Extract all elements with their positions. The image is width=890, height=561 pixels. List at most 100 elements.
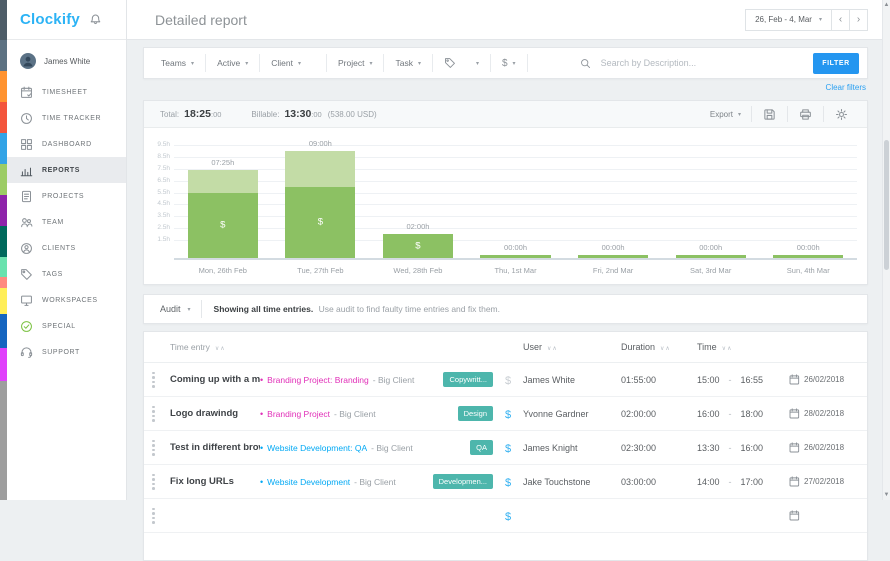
- sidebar-item-reports[interactable]: REPORTS: [7, 157, 126, 183]
- sort-icons[interactable]: ∨∧: [547, 346, 558, 352]
- billable-dollar-icon[interactable]: $: [505, 443, 511, 455]
- drag-handle-icon[interactable]: [152, 406, 155, 422]
- scrollbar-thumb[interactable]: [884, 140, 889, 270]
- sidebar-item-time-tracker[interactable]: TIME TRACKER: [7, 105, 126, 131]
- monitor-icon: [20, 294, 33, 307]
- chart-bar-mon[interactable]: 07:25h$: [174, 136, 272, 258]
- clock-icon: [20, 112, 33, 125]
- print-button[interactable]: [788, 101, 823, 127]
- teams-filter-dropdown[interactable]: Teams▾: [150, 58, 205, 68]
- document-icon: [20, 190, 33, 203]
- billable-dollar-icon[interactable]: $: [505, 375, 511, 387]
- sort-icons[interactable]: ∨∧: [722, 346, 733, 352]
- calendar-icon[interactable]: [789, 442, 800, 453]
- sort-icons[interactable]: ∨∧: [660, 346, 671, 352]
- scroll-down-icon[interactable]: ▼: [883, 492, 890, 498]
- sidebar-item-dashboard[interactable]: DASHBOARD: [7, 131, 126, 157]
- tag-filter-dropdown[interactable]: ▾: [433, 57, 490, 69]
- time-entries-table: Time entry∨∧ User∨∧ Duration∨∧ Time∨∧ Co…: [143, 331, 868, 561]
- chart-bar-thu[interactable]: 00:00h$: [467, 136, 565, 258]
- filter-button[interactable]: FILTER: [813, 53, 859, 74]
- prev-period-button[interactable]: ‹: [832, 9, 850, 31]
- next-period-button[interactable]: ›: [850, 9, 868, 31]
- project-name[interactable]: Website Development: [267, 477, 350, 487]
- tag-badge[interactable]: Copywritt...: [443, 372, 493, 387]
- client-filter-dropdown[interactable]: Client▾: [260, 58, 312, 68]
- active-filter-dropdown[interactable]: Active▾: [206, 58, 259, 68]
- entry-user: Jake Touchstone: [523, 477, 621, 487]
- billable-amount: (538.00 USD): [328, 110, 377, 119]
- search-icon: [580, 58, 591, 69]
- sidebar-item-tags[interactable]: TAGS: [7, 261, 126, 287]
- billable-dollar-icon[interactable]: $: [505, 477, 511, 489]
- entry-date: 28/02/2018: [804, 409, 844, 418]
- notifications-bell-icon[interactable]: [89, 13, 102, 26]
- page-title: Detailed report: [155, 12, 247, 28]
- save-report-button[interactable]: [752, 101, 787, 127]
- chart-bar-sun[interactable]: 00:00h$: [759, 136, 857, 258]
- calendar-icon[interactable]: [789, 408, 800, 419]
- project-name[interactable]: Branding Project: [267, 409, 330, 419]
- sidebar-item-special[interactable]: SPECIAL: [7, 313, 126, 339]
- chevron-down-icon: ▾: [191, 60, 194, 67]
- sidebar-item-timesheet[interactable]: TIMESHEET: [7, 79, 126, 105]
- entry-duration: 01:55:00: [621, 375, 697, 385]
- calendar-icon[interactable]: [789, 510, 800, 521]
- drag-handle-icon[interactable]: [152, 474, 155, 490]
- sidebar-item-support[interactable]: SUPPORT: [7, 339, 126, 365]
- sort-icons[interactable]: ∨∧: [215, 346, 226, 352]
- audit-dropdown[interactable]: Audit ▾: [150, 304, 201, 314]
- settings-gear-button[interactable]: [824, 101, 859, 127]
- sidebar-item-workspaces[interactable]: WORKSPACES: [7, 287, 126, 313]
- table-row[interactable]: Coming up with a me... •Branding Project…: [144, 363, 867, 397]
- column-time: Time∨∧: [697, 342, 789, 352]
- table-row[interactable]: Fix long URLs •Website Development- Big …: [144, 465, 867, 499]
- task-filter-dropdown[interactable]: Task▾: [384, 58, 432, 68]
- dollar-icon: $: [318, 217, 323, 228]
- drag-handle-icon[interactable]: [152, 440, 155, 456]
- billability-filter-dropdown[interactable]: $▾: [491, 58, 527, 69]
- project-name[interactable]: Website Development: QA: [267, 443, 367, 453]
- calendar-icon[interactable]: [789, 374, 800, 385]
- project-name[interactable]: Branding Project: Branding: [267, 375, 369, 385]
- calendar-icon[interactable]: [789, 476, 800, 487]
- export-dropdown[interactable]: Export ▾: [700, 110, 751, 119]
- tag-badge[interactable]: QA: [470, 440, 493, 455]
- chart-bar-tue[interactable]: 09:00h$: [272, 136, 370, 258]
- content: Teams▾ Active▾ Client▾ Project▾ Task▾ ▾ …: [127, 40, 882, 561]
- tag-badge[interactable]: Developmen...: [433, 474, 493, 489]
- table-row[interactable]: $: [144, 499, 867, 533]
- entry-duration: 03:00:00: [621, 477, 697, 487]
- project-color-dot: •: [260, 409, 263, 419]
- table-row[interactable]: Test in different brow... •Website Devel…: [144, 431, 867, 465]
- check-circle-icon: [20, 320, 33, 333]
- tag-badge[interactable]: Design: [458, 406, 493, 421]
- chart-bar-wed[interactable]: 02:00h$: [369, 136, 467, 258]
- table-row[interactable]: Logo drawindg •Branding Project- Big Cli…: [144, 397, 867, 431]
- sidebar-user[interactable]: James White: [7, 40, 126, 79]
- person-circle-icon: [20, 242, 33, 255]
- sidebar-item-projects[interactable]: PROJECTS: [7, 183, 126, 209]
- sidebar-item-team[interactable]: TEAM: [7, 209, 126, 235]
- billable-dollar-icon[interactable]: $: [505, 511, 511, 523]
- billable-dollar-icon[interactable]: $: [505, 409, 511, 421]
- project-color-dot: •: [260, 477, 263, 487]
- client-name: - Big Client: [334, 409, 376, 419]
- chart-bar-sat[interactable]: 00:00h$: [662, 136, 760, 258]
- date-range-button[interactable]: 26, Feb - 4, Mar ▾: [745, 9, 832, 31]
- clear-filters-link[interactable]: Clear filters: [826, 83, 866, 92]
- clear-filters-row: Clear filters: [143, 79, 868, 92]
- search-input[interactable]: [599, 57, 749, 69]
- dashboard-grid-icon: [20, 138, 33, 151]
- tag-icon: [444, 57, 456, 69]
- entry-user: James White: [523, 375, 621, 385]
- drag-handle-icon[interactable]: [152, 508, 155, 524]
- vertical-scrollbar[interactable]: ▲ ▼: [882, 0, 890, 500]
- sidebar-item-clients[interactable]: CLIENTS: [7, 235, 126, 261]
- chart-bar-fri[interactable]: 00:00h$: [564, 136, 662, 258]
- time-bar-chart: 9.5h 8.5h 7.5h 6.5h 5.5h 4.5h 3.5h 2.5h …: [144, 128, 867, 284]
- project-filter-dropdown[interactable]: Project▾: [327, 58, 383, 68]
- drag-handle-icon[interactable]: [152, 372, 155, 388]
- scroll-up-icon[interactable]: ▲: [883, 2, 890, 8]
- app-logo[interactable]: Clockify: [20, 11, 80, 28]
